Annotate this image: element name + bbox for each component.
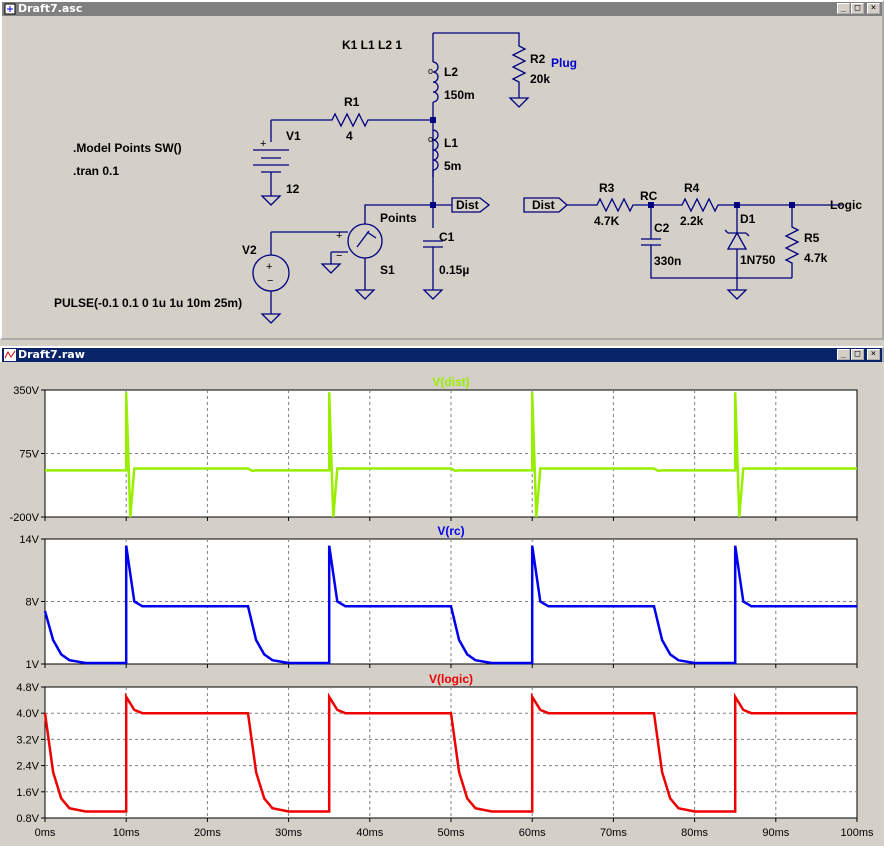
r3-value[interactable]: 4.7K (594, 214, 620, 228)
x-tick-label: 60ms (519, 827, 546, 839)
v2-name[interactable]: V2 (242, 243, 257, 257)
y-tick-label: 8V (26, 597, 40, 609)
d1-name[interactable]: D1 (740, 212, 756, 226)
r1-name[interactable]: R1 (344, 95, 360, 109)
r2-value[interactable]: 20k (530, 72, 550, 86)
y-tick-label: 3.2V (16, 734, 39, 746)
schematic-titlebar[interactable]: Draft7.asc _ □ × (2, 2, 882, 16)
y-tick-label: 4.0V (16, 708, 39, 720)
s1-minus-mark: − (336, 250, 342, 262)
x-tick-label: 50ms (438, 827, 465, 839)
points-label[interactable]: Points (380, 211, 417, 225)
r4-name[interactable]: R4 (684, 181, 700, 195)
model-directive[interactable]: .Model Points SW() (73, 141, 182, 155)
l2-name[interactable]: L2 (444, 65, 458, 79)
x-tick-label: 80ms (681, 827, 708, 839)
minimize-button[interactable]: _ (837, 349, 850, 360)
rc-label[interactable]: RC (640, 189, 658, 203)
l1-dot: o (428, 134, 433, 144)
c1-name[interactable]: C1 (439, 230, 455, 244)
c2-value[interactable]: 330n (654, 254, 681, 268)
schematic-window[interactable]: Draft7.asc _ □ × + + + − − o o K1 L1 L2 … (0, 0, 884, 340)
l2-value[interactable]: 150m (444, 88, 475, 102)
v2-minus-mark: − (267, 275, 273, 287)
y-tick-label: 1.6V (16, 787, 39, 799)
x-tick-label: 40ms (356, 827, 383, 839)
dist-out-label[interactable]: Dist (456, 198, 479, 212)
r1-value[interactable]: 4 (346, 129, 353, 143)
waveform-titlebar[interactable]: Draft7.raw _ □ × (2, 348, 882, 362)
x-tick-label: 100ms (840, 827, 874, 839)
r2-name[interactable]: R2 (530, 52, 546, 66)
schematic-icon (4, 3, 16, 15)
schematic-canvas[interactable]: + + + − − o o K1 L1 L2 1 .Model Points S… (4, 16, 880, 336)
y-tick-label: 4.8V (16, 682, 39, 694)
v2-plus-mark: + (266, 261, 272, 273)
maximize-button[interactable]: □ (851, 3, 864, 14)
v1-name[interactable]: V1 (286, 129, 301, 143)
c2-name[interactable]: C2 (654, 221, 670, 235)
waveform-title: Draft7.raw (18, 348, 85, 361)
schematic-title: Draft7.asc (18, 2, 83, 15)
r3-name[interactable]: R3 (599, 181, 615, 195)
y-tick-label: 1V (26, 659, 40, 671)
v2-value[interactable]: PULSE(-0.1 0.1 0 1u 1u 10m 25m) (54, 296, 242, 310)
y-tick-label: 14V (19, 534, 39, 546)
v1-plus-mark: + (260, 138, 266, 150)
maximize-button[interactable]: □ (851, 349, 864, 360)
l1-value[interactable]: 5m (444, 159, 461, 173)
logic-label[interactable]: Logic (830, 198, 862, 212)
c1-value[interactable]: 0.15µ (439, 263, 469, 277)
r4-value[interactable]: 2.2k (680, 214, 704, 228)
r5-value[interactable]: 4.7k (804, 251, 828, 265)
trace-title[interactable]: V(rc) (437, 524, 464, 538)
l2-dot: o (428, 66, 433, 76)
x-tick-label: 10ms (113, 827, 140, 839)
y-tick-label: 2.4V (16, 761, 39, 773)
trace-title[interactable]: V(logic) (429, 672, 473, 686)
x-tick-label: 30ms (275, 827, 302, 839)
waveform-icon (4, 349, 16, 361)
s1-plus-mark: + (336, 230, 342, 242)
y-tick-label: -200V (10, 512, 40, 524)
y-tick-label: 350V (13, 385, 39, 397)
y-tick-label: 0.8V (16, 813, 39, 825)
l1-name[interactable]: L1 (444, 136, 458, 150)
coupling-directive[interactable]: K1 L1 L2 1 (342, 38, 402, 52)
s1-name[interactable]: S1 (380, 263, 395, 277)
tran-directive[interactable]: .tran 0.1 (73, 164, 119, 178)
plug-label[interactable]: Plug (551, 56, 577, 70)
minimize-button[interactable]: _ (837, 3, 850, 14)
y-tick-label: 75V (19, 449, 39, 461)
trace-title[interactable]: V(dist) (432, 375, 469, 389)
r5-name[interactable]: R5 (804, 231, 820, 245)
x-tick-label: 70ms (600, 827, 627, 839)
x-tick-label: 0ms (35, 827, 56, 839)
dist-in-label[interactable]: Dist (532, 198, 555, 212)
d1-value[interactable]: 1N750 (740, 253, 776, 267)
x-tick-label: 90ms (762, 827, 789, 839)
waveform-window[interactable]: Draft7.raw _ □ × 350V 75V -200V V(dist) 14V 8… (0, 346, 884, 846)
waveform-plot-area[interactable]: 350V 75V -200V V(dist) 14V 8V 1V V(rc) 4.8V 4.0V 3… (0, 362, 884, 846)
close-button[interactable]: × (867, 3, 880, 14)
x-tick-label: 20ms (194, 827, 221, 839)
v1-value[interactable]: 12 (286, 182, 300, 196)
close-button[interactable]: × (867, 349, 880, 360)
